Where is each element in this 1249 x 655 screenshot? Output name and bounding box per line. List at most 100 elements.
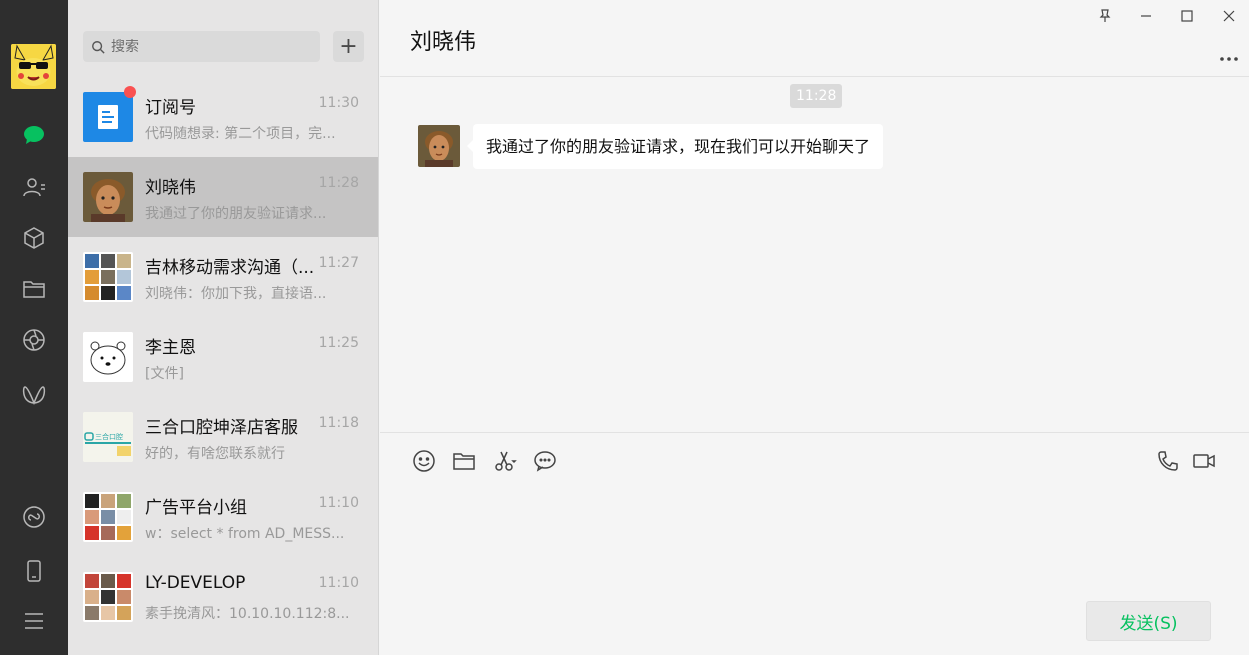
- message-input[interactable]: [408, 489, 1218, 589]
- chat-name: 吉林移动需求沟通（...: [145, 258, 315, 278]
- rail-menu-button[interactable]: [19, 606, 49, 636]
- chat-time: 11:28: [318, 175, 359, 191]
- close-button[interactable]: [1218, 6, 1240, 26]
- chat-name: LY-DEVELOP: [145, 573, 246, 593]
- rail-files-button[interactable]: [19, 274, 49, 304]
- conversation-title: 刘晓伟: [410, 30, 477, 55]
- folder-icon: [453, 453, 475, 470]
- rail-chat-button[interactable]: [19, 120, 49, 150]
- rail-favorites-button[interactable]: [19, 223, 49, 253]
- avatar-pikachu-icon: [11, 44, 56, 89]
- chat-name: 刘晓伟: [145, 178, 196, 198]
- group-avatar: [83, 252, 133, 302]
- chat-history-button[interactable]: [532, 448, 558, 474]
- maximize-icon: [1181, 10, 1193, 22]
- chat-time: 11:18: [318, 415, 359, 431]
- pin-icon: [1099, 9, 1111, 22]
- chat-item-ad-platform-group[interactable]: 广告平台小组 11:10 w：select * from AD_MESS...: [68, 477, 378, 557]
- minimize-icon: [1141, 15, 1151, 17]
- chat-item-jilin-group[interactable]: 吉林移动需求沟通（... 11:27 刘晓伟：你加下我，直接语...: [68, 237, 378, 317]
- search-box[interactable]: [83, 31, 320, 62]
- chat-name: 广告平台小组: [145, 498, 247, 518]
- contacts-icon: [23, 178, 45, 197]
- chat-list-panel: + 订阅号 11:30 代码随想录: 第二个项目，完... 刘晓伟 11:28 …: [68, 0, 379, 655]
- sender-avatar[interactable]: [418, 125, 460, 167]
- chat-name: 李主恩: [145, 338, 196, 358]
- chat-time: 11:10: [318, 575, 359, 591]
- miniprogram-icon: [22, 386, 46, 406]
- pin-window-button[interactable]: [1094, 6, 1116, 26]
- more-options-button[interactable]: [1219, 46, 1239, 67]
- message-bubble[interactable]: 我通过了你的朋友验证请求，现在我们可以开始聊天了: [466, 124, 884, 169]
- phone-device-icon: [27, 560, 41, 582]
- message-area: 11:28 我通过了你的朋友验证请求，现在我们可以开始聊天了: [380, 78, 1249, 432]
- chat-item-dental-service[interactable]: 三合口腔 三合口腔坤泽店客服 11:18 好的，有啥您联系就行: [68, 397, 378, 477]
- group-avatar: [83, 572, 133, 622]
- send-button[interactable]: 发送(S): [1086, 601, 1211, 641]
- chat-preview: w：select * from AD_MESS...: [145, 526, 345, 542]
- dental-logo-icon: 三合口腔: [83, 412, 133, 462]
- avatar: [83, 92, 133, 142]
- rail-contacts-button[interactable]: [19, 172, 49, 202]
- chat-preview: 我通过了你的朋友验证请求...: [145, 206, 327, 222]
- portrait-avatar-icon: [83, 172, 133, 222]
- chat-list: 订阅号 11:30 代码随想录: 第二个项目，完... 刘晓伟 11:28 我通…: [68, 77, 378, 637]
- chat-item-ly-develop-group[interactable]: LY-DEVELOP 11:10 素手挽清风：10.10.10.112:8...: [68, 557, 378, 637]
- video-call-icon: [1193, 454, 1215, 468]
- menu-icon: [25, 613, 43, 629]
- subscription-doc-icon: [98, 105, 118, 129]
- minimize-button[interactable]: [1135, 6, 1157, 26]
- scissors-screenshot-icon: [495, 451, 517, 471]
- chat-preview: 素手挽清风：10.10.10.112:8...: [145, 606, 350, 622]
- dental-logo-avatar: 三合口腔: [83, 412, 133, 462]
- portrait-avatar-icon: [418, 125, 460, 167]
- chat-preview: [文件]: [145, 366, 184, 382]
- unread-badge: [124, 86, 136, 98]
- search-icon: [92, 40, 105, 54]
- group-avatar: [83, 492, 133, 542]
- chat-history-icon: [534, 451, 556, 472]
- emoji-icon: [413, 450, 435, 472]
- more-dots-icon: [1220, 57, 1238, 61]
- chat-preview: 刘晓伟：你加下我，直接语...: [145, 286, 327, 302]
- chat-name: 订阅号: [145, 98, 196, 118]
- emoji-button[interactable]: [411, 448, 437, 474]
- rail-channels-button[interactable]: [19, 380, 49, 410]
- chat-icon: [24, 126, 44, 144]
- mini-app-link-icon: [23, 506, 45, 528]
- nav-rail: [0, 0, 68, 655]
- search-input[interactable]: [111, 38, 301, 55]
- chat-time: 11:25: [318, 335, 359, 351]
- moments-shutter-icon: [23, 329, 45, 351]
- voice-call-icon: [1158, 451, 1178, 471]
- rail-miniapp-button[interactable]: [19, 502, 49, 532]
- chat-time: 11:27: [318, 255, 359, 271]
- avatar: [83, 332, 133, 382]
- chat-time: 11:30: [318, 95, 359, 111]
- chat-item-lizhuen[interactable]: 李主恩 11:25 [文件]: [68, 317, 378, 397]
- favorites-cube-icon: [24, 227, 44, 249]
- chat-item-subscriptions[interactable]: 订阅号 11:30 代码随想录: 第二个项目，完...: [68, 77, 378, 157]
- conversation-header: 刘晓伟: [380, 0, 1249, 77]
- conversation-panel: 刘晓伟 11:28 我通过了你的朋友验证请求，现在我们可以开始聊天了 发送(S): [380, 0, 1249, 655]
- avatar: [83, 172, 133, 222]
- close-icon: [1223, 10, 1235, 22]
- svg-text:三合口腔: 三合口腔: [95, 432, 123, 441]
- message-timestamp: 11:28: [790, 84, 843, 108]
- maximize-button[interactable]: [1176, 6, 1198, 26]
- send-file-button[interactable]: [451, 448, 477, 474]
- rail-phone-button[interactable]: [19, 556, 49, 586]
- rail-moments-button[interactable]: [19, 325, 49, 355]
- my-avatar[interactable]: [11, 44, 56, 89]
- screenshot-button[interactable]: [492, 448, 518, 474]
- folder-icon: [23, 281, 45, 298]
- polar-bear-avatar-icon: [83, 332, 133, 382]
- chat-item-liuxiaowei[interactable]: 刘晓伟 11:28 我通过了你的朋友验证请求...: [68, 157, 378, 237]
- video-call-button[interactable]: [1191, 448, 1217, 474]
- chat-preview: 好的，有啥您联系就行: [145, 446, 285, 462]
- chat-preview: 代码随想录: 第二个项目，完...: [145, 126, 336, 142]
- voice-call-button[interactable]: [1155, 448, 1181, 474]
- composer: 发送(S): [380, 432, 1249, 655]
- add-chat-button[interactable]: +: [333, 31, 364, 62]
- chat-time: 11:10: [318, 495, 359, 511]
